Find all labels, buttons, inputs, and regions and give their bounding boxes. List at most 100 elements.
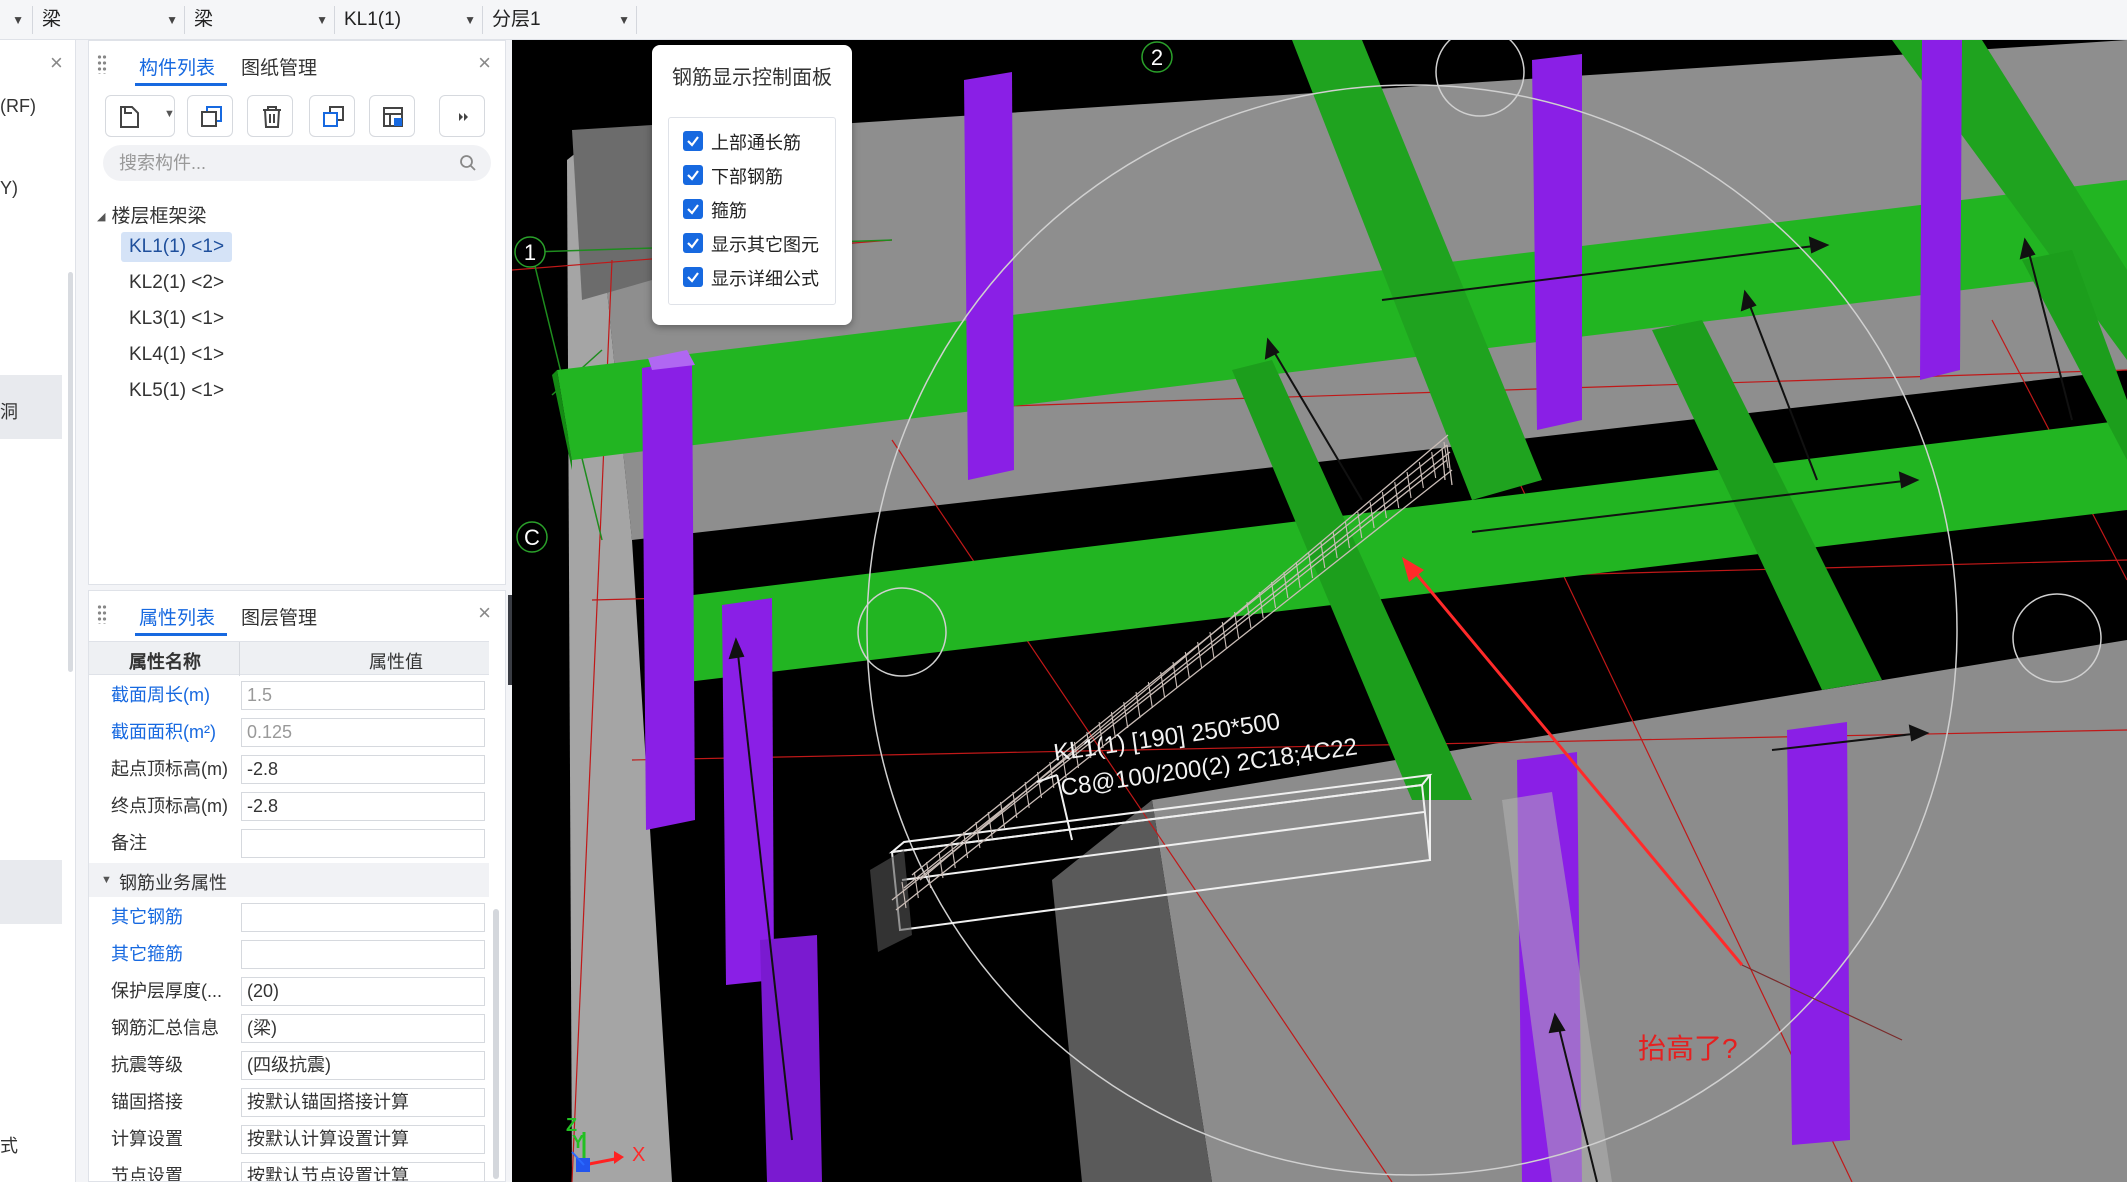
column (1787, 722, 1850, 1145)
property-row: 截面面积(m²) 0.125 (89, 714, 489, 751)
nav-item[interactable]: 洞 (0, 398, 18, 424)
property-value-field[interactable]: 按默认计算设置计算 (241, 1125, 485, 1154)
property-row: 截面周长(m) 1.5 (89, 677, 489, 714)
dropdown-value: 梁 (42, 9, 62, 30)
search-icon[interactable] (459, 154, 477, 172)
tree-item-kl5[interactable]: KL5(1) <1> (121, 376, 232, 406)
layer-copy-button[interactable] (369, 95, 415, 137)
rebar-option-label: 显示其它图元 (711, 235, 819, 255)
nav-item[interactable]: (RF) (0, 96, 36, 117)
close-icon[interactable]: × (50, 50, 63, 76)
property-table-header: 属性名称 属性值 (89, 641, 489, 676)
column (1920, 40, 1962, 380)
drag-handle-icon[interactable] (97, 604, 107, 624)
checkbox-checked[interactable] (683, 233, 703, 253)
tree-item-kl1[interactable]: KL1(1) <1> (121, 232, 233, 262)
checkbox-checked[interactable] (683, 199, 703, 219)
chevron-down-icon: ▼ (12, 13, 24, 27)
dropdown-element-type[interactable]: 梁 ▼ (34, 3, 184, 37)
stirrup (975, 821, 981, 849)
gizmo-label-x: X (632, 1144, 646, 1166)
property-name: 备注 (111, 833, 147, 853)
panel-tabs: 构件列表 图纸管理 × (89, 41, 505, 87)
tree-item-kl4[interactable]: KL4(1) <1> (121, 340, 232, 370)
property-value-field[interactable] (241, 829, 485, 858)
nav-item[interactable]: 式 (0, 1132, 18, 1158)
checkbox-checked[interactable] (683, 267, 703, 287)
chevron-down-icon: ▼ (164, 108, 175, 120)
divider (32, 6, 33, 34)
property-value-field[interactable]: 按默认节点设置计算 (241, 1162, 485, 1181)
property-name: 保护层厚度(... (111, 981, 222, 1001)
property-value-field[interactable]: (四级抗震) (241, 1051, 485, 1080)
section-label: 钢筋业务属性 (119, 873, 227, 893)
tree-item-kl2[interactable]: KL2(1) <2> (121, 268, 232, 298)
tree-item-kl3[interactable]: KL3(1) <1> (121, 304, 232, 334)
property-value-field[interactable] (241, 940, 485, 969)
property-name: 其它钢筋 (111, 907, 183, 927)
front-wall (1152, 640, 2127, 1182)
trash-icon (263, 106, 281, 128)
dropdown-component[interactable]: KL1(1) ▼ (336, 3, 482, 37)
divider (184, 6, 185, 34)
panel-tabs: 属性列表 图层管理 × (89, 591, 505, 637)
axis-label-1: 1 (524, 240, 536, 265)
dropdown-category[interactable]: ▼ (0, 3, 30, 37)
property-name: 截面周长(m) (111, 685, 210, 705)
tab-layer-management[interactable]: 图层管理 (241, 603, 317, 630)
property-value-field[interactable]: 1.5 (241, 681, 485, 710)
property-row: 抗震等级 (四级抗震) (89, 1047, 489, 1084)
check-icon (687, 170, 699, 181)
close-icon[interactable]: × (478, 50, 491, 76)
column (964, 72, 1014, 480)
column (760, 935, 822, 1182)
scrollbar[interactable] (68, 272, 73, 672)
check-icon (687, 238, 699, 249)
new-component-button[interactable]: ▼ (105, 95, 175, 137)
property-row: 其它箍筋 (89, 936, 489, 973)
dropdown-layer[interactable]: 分层1 ▼ (484, 3, 636, 37)
dropdown-sub-type[interactable]: 梁 ▼ (186, 3, 334, 37)
scrollbar[interactable] (493, 909, 499, 1179)
tree-group-floor-frame-beam[interactable]: ◢ 楼层框架梁 (97, 201, 206, 228)
gizmo-label-y: Y (572, 1132, 585, 1152)
nav-item[interactable]: Y) (0, 178, 18, 199)
property-value-field[interactable]: 0.125 (241, 718, 485, 747)
checkbox-checked[interactable] (683, 165, 703, 185)
tab-drawing-management[interactable]: 图纸管理 (241, 53, 317, 80)
close-icon[interactable]: × (478, 600, 491, 626)
search-input[interactable] (119, 149, 439, 177)
tab-component-list[interactable]: 构件列表 (139, 53, 215, 80)
stirrup (1024, 781, 1030, 809)
checkbox-checked[interactable] (683, 131, 703, 151)
caret-down-icon[interactable]: ▼ (101, 874, 112, 886)
property-name: 计算设置 (111, 1129, 183, 1149)
property-value-field[interactable]: (梁) (241, 1014, 485, 1043)
navigation-panel: × (RF) Y) 洞 式 (0, 40, 76, 1182)
property-value-field[interactable]: -2.8 (241, 792, 485, 821)
copy-button[interactable] (187, 95, 233, 137)
tab-property-list[interactable]: 属性列表 (139, 603, 215, 630)
property-value-field[interactable] (241, 903, 485, 932)
new-file-icon (120, 106, 139, 128)
header-property-name: 属性名称 (129, 652, 201, 672)
axis-label-c: C (524, 525, 540, 550)
stirrup (1000, 801, 1006, 829)
stirrup (987, 811, 993, 839)
duplicate-button[interactable] (309, 95, 355, 137)
column (642, 360, 695, 830)
drag-handle-icon[interactable] (97, 54, 107, 74)
chevron-down-icon: ▼ (464, 13, 476, 27)
more-button[interactable] (439, 95, 485, 137)
section-rebar-properties[interactable]: ▼ 钢筋业务属性 (89, 863, 489, 897)
check-icon (687, 204, 699, 215)
caret-down-icon[interactable]: ◢ (97, 211, 105, 223)
active-tab-indicator (135, 633, 227, 636)
property-name: 节点设置 (111, 1166, 183, 1182)
property-row: 备注 (89, 825, 489, 862)
property-value-field[interactable]: (20) (241, 977, 485, 1006)
property-row: 其它钢筋 (89, 899, 489, 936)
delete-button[interactable] (247, 95, 293, 137)
property-value-field[interactable]: 按默认锚固搭接计算 (241, 1088, 485, 1117)
property-value-field[interactable]: -2.8 (241, 755, 485, 784)
